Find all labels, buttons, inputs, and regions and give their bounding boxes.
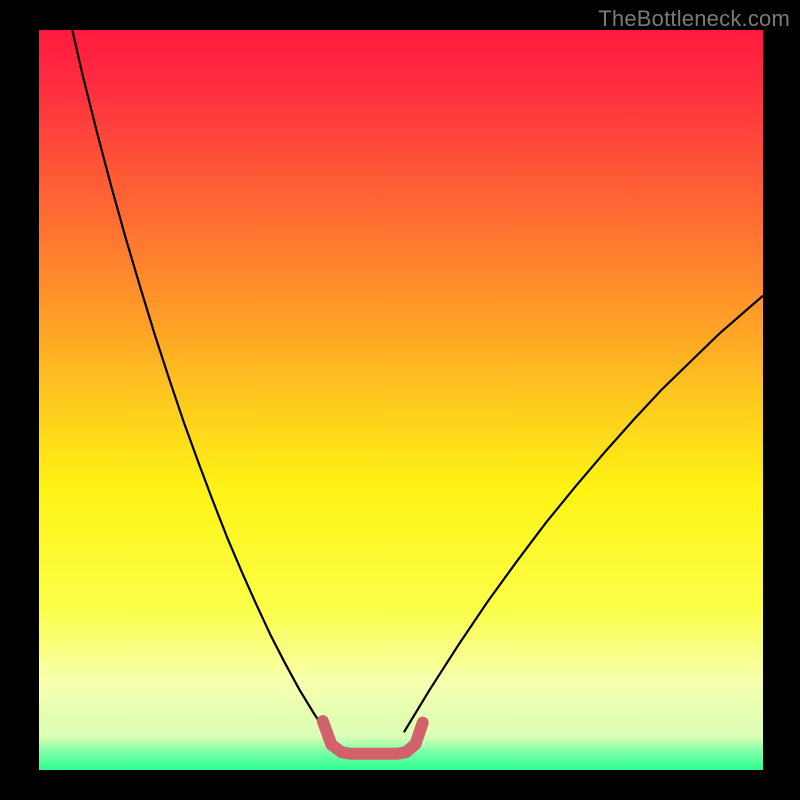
plot-background	[39, 30, 763, 770]
chart-root: TheBottleneck.com	[0, 0, 800, 800]
chart-canvas	[0, 0, 800, 800]
watermark-text: TheBottleneck.com	[598, 6, 790, 32]
